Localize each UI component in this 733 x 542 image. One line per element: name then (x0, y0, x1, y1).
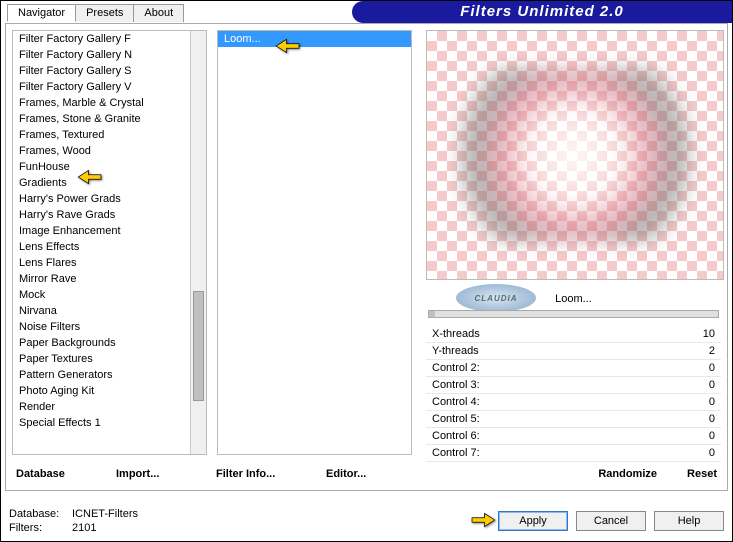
param-value: 0 (709, 379, 715, 391)
category-item[interactable]: Frames, Textured (13, 127, 190, 143)
category-item[interactable]: Paper Backgrounds (13, 335, 190, 351)
param-label: Control 6: (432, 430, 480, 442)
category-item[interactable]: Filter Factory Gallery N (13, 47, 190, 63)
param-value: 0 (709, 447, 715, 459)
app-title: Filters Unlimited 2.0 (352, 1, 732, 23)
tab-navigator[interactable]: Navigator (7, 4, 76, 22)
link-database[interactable]: Database (16, 464, 116, 484)
link-import[interactable]: Import... (116, 464, 216, 484)
param-row[interactable]: Control 7: 0 (426, 445, 721, 462)
param-value: 0 (709, 430, 715, 442)
category-item[interactable]: Nirvana (13, 303, 190, 319)
tab-presets[interactable]: Presets (75, 4, 134, 22)
category-list[interactable]: Filter Factory Gallery FFilter Factory G… (12, 30, 207, 455)
category-item[interactable]: Gradients (13, 175, 190, 191)
filter-item-loom[interactable]: Loom... (218, 31, 411, 47)
filter-list[interactable]: Loom... (217, 30, 412, 455)
scrollbar-thumb[interactable] (193, 291, 204, 401)
param-label: Control 2: (432, 362, 480, 374)
bottom-toolbar: Database Import... Filter Info... Editor… (16, 464, 717, 484)
category-item[interactable]: Mirror Rave (13, 271, 190, 287)
param-value: 0 (709, 396, 715, 408)
param-row[interactable]: Control 3: 0 (426, 377, 721, 394)
category-scrollbar[interactable] (190, 31, 206, 454)
param-row[interactable]: Control 6: 0 (426, 428, 721, 445)
category-item[interactable]: Photo Aging Kit (13, 383, 190, 399)
link-editor[interactable]: Editor... (326, 464, 426, 484)
category-item[interactable]: Lens Flares (13, 255, 190, 271)
param-value: 0 (709, 362, 715, 374)
param-value: 2 (709, 345, 715, 357)
dialog-buttons: Apply Cancel Help (498, 511, 724, 531)
param-row[interactable]: Control 4: 0 (426, 394, 721, 411)
param-row[interactable]: X-threads 10 (426, 326, 721, 343)
main-slider[interactable] (428, 310, 719, 318)
status-filters-value: 2101 (72, 521, 96, 535)
main-panel: Filter Factory Gallery FFilter Factory G… (5, 23, 728, 491)
category-item[interactable]: Frames, Wood (13, 143, 190, 159)
param-label: Control 4: (432, 396, 480, 408)
params-title: CLAUDIA Loom... (426, 290, 721, 310)
category-item[interactable]: Frames, Marble & Crystal (13, 95, 190, 111)
link-reset[interactable]: Reset (657, 464, 717, 484)
status-filters-label: Filters: (9, 521, 64, 535)
parameters-panel: CLAUDIA Loom... X-threads 10 Y-threads 2 Con… (426, 286, 721, 466)
watermark-badge: CLAUDIA (456, 284, 536, 312)
param-label: Control 3: (432, 379, 480, 391)
apply-button[interactable]: Apply (498, 511, 568, 531)
cancel-button[interactable]: Cancel (576, 511, 646, 531)
category-item[interactable]: Noise Filters (13, 319, 190, 335)
category-item[interactable]: Filter Factory Gallery V (13, 79, 190, 95)
preview-area (426, 30, 724, 280)
tabs: Navigator Presets About (7, 4, 183, 22)
category-item[interactable]: Special Effects 1 (13, 415, 190, 431)
param-label: Control 7: (432, 447, 480, 459)
param-value: 0 (709, 413, 715, 425)
help-button[interactable]: Help (654, 511, 724, 531)
category-item[interactable]: Render (13, 399, 190, 415)
param-label: X-threads (432, 328, 480, 340)
param-label: Y-threads (432, 345, 479, 357)
category-item[interactable]: Pattern Generators (13, 367, 190, 383)
status-db-label: Database: (9, 507, 64, 521)
status-bar: Database: ICNET-Filters Filters: 2101 (9, 507, 138, 535)
link-filter-info[interactable]: Filter Info... (216, 464, 326, 484)
category-item[interactable]: Frames, Stone & Granite (13, 111, 190, 127)
link-randomize[interactable]: Randomize (567, 464, 657, 484)
category-item[interactable]: Harry's Rave Grads (13, 207, 190, 223)
status-db-value: ICNET-Filters (72, 507, 138, 521)
param-value: 10 (703, 328, 715, 340)
param-row[interactable]: Control 2: 0 (426, 360, 721, 377)
category-item[interactable]: FunHouse (13, 159, 190, 175)
category-item[interactable]: Harry's Power Grads (13, 191, 190, 207)
pointer-icon (468, 509, 498, 531)
category-item[interactable]: Filter Factory Gallery S (13, 63, 190, 79)
tab-about[interactable]: About (133, 4, 184, 22)
param-row[interactable]: Control 5: 0 (426, 411, 721, 428)
param-row[interactable]: Y-threads 2 (426, 343, 721, 360)
category-item[interactable]: Mock (13, 287, 190, 303)
param-label: Control 5: (432, 413, 480, 425)
category-item[interactable]: Filter Factory Gallery F (13, 31, 190, 47)
category-item[interactable]: Lens Effects (13, 239, 190, 255)
category-item[interactable]: Paper Textures (13, 351, 190, 367)
category-item[interactable]: Image Enhancement (13, 223, 190, 239)
